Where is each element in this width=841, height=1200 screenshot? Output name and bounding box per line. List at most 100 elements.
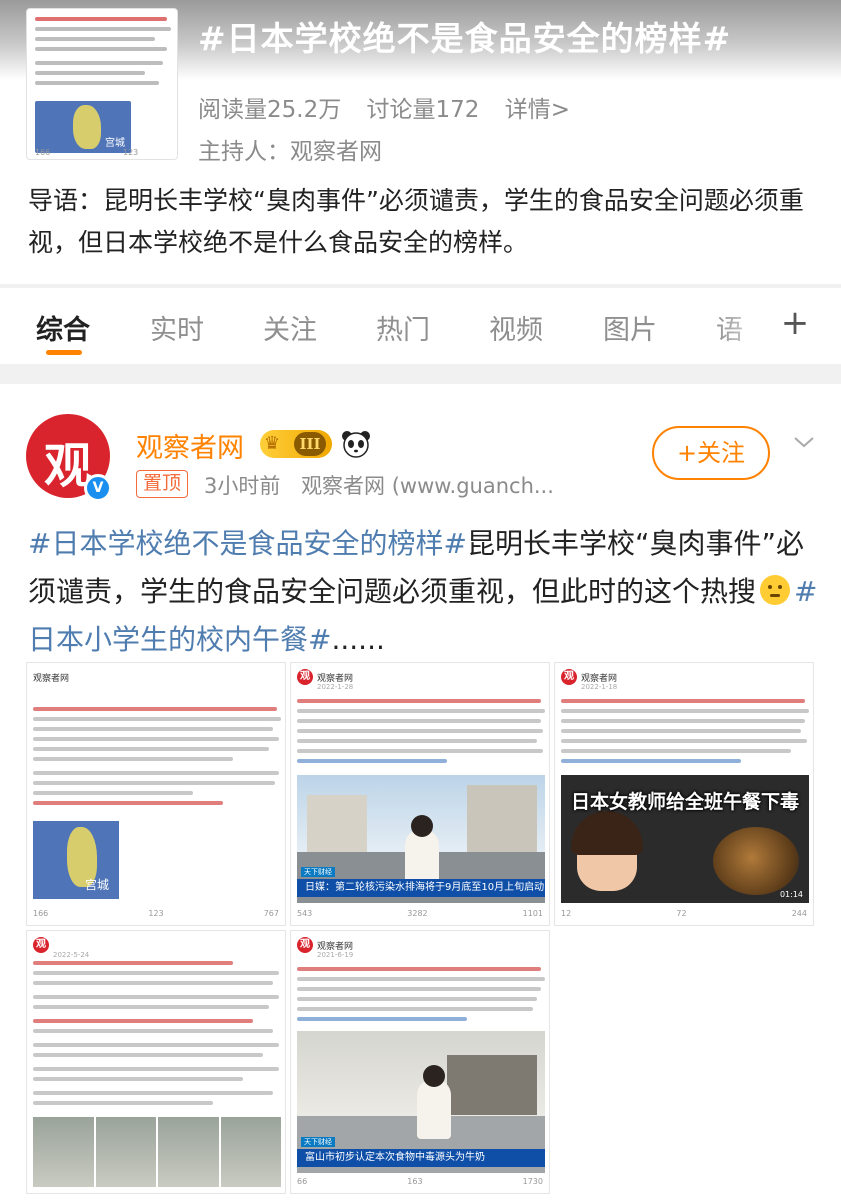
news-banner: 日媒：第二轮核污染水排海将于9月底至10月上旬启动 — [297, 879, 545, 897]
post-image[interactable]: 观观察者网 2022-1-28 天下财经 日媒：第二轮核污染水排海将于9月底至1… — [290, 662, 550, 926]
mini-author: 观察者网 — [581, 673, 618, 684]
topic-stats: 阅读量25.2万 讨论量172 详情> — [198, 90, 588, 124]
photo-strip — [33, 1117, 281, 1187]
chevron-down-icon[interactable] — [792, 430, 816, 454]
add-tab-button[interactable]: + — [771, 300, 819, 348]
text-line — [33, 995, 279, 999]
text-line — [33, 961, 233, 965]
text-line — [561, 759, 741, 763]
text-line — [297, 1017, 467, 1021]
text-line — [33, 707, 277, 711]
text-line — [33, 1029, 273, 1033]
news-video-still: 天下财经 富山市初步认定本次食物中毒源头为牛奶 — [297, 1031, 545, 1173]
topic-header: 宫城 166 123 #日本学校绝不是食品安全的榜样# 阅读量25.2万 讨论量… — [0, 0, 841, 284]
tab-hot[interactable]: 热门 — [376, 308, 430, 347]
cover-text-line — [35, 27, 171, 31]
verified-icon: V — [84, 474, 112, 502]
tab-following[interactable]: 关注 — [263, 308, 317, 347]
hashtag-link[interactable]: #日本学校绝不是食品安全的榜样# — [28, 527, 467, 560]
cover-map: 宫城 — [35, 101, 131, 153]
text-line — [33, 971, 279, 975]
text-line — [33, 781, 275, 785]
mini-avatar: 观 — [561, 669, 577, 685]
mini-avatar: 观 — [33, 937, 49, 953]
text-line — [33, 1067, 279, 1071]
photo-building — [447, 1055, 537, 1115]
post-image[interactable]: 观观察者网 2021-6-19 天下财经 富山市初步认定本次食物中毒源头为牛奶 … — [290, 930, 550, 1194]
tab-comprehensive[interactable]: 综合 — [36, 308, 90, 347]
mini-date: 2022-5-24 — [53, 951, 90, 959]
mini-author: 观察者网 — [317, 941, 354, 952]
tab-video[interactable]: 视频 — [489, 308, 543, 347]
mini-likes: 543 — [297, 909, 313, 918]
text-line — [297, 759, 447, 763]
thinking-emoji-icon — [760, 575, 791, 605]
text-line — [33, 981, 273, 985]
tab-realtime[interactable]: 实时 — [150, 308, 204, 347]
mini-reposts: 1730 — [522, 1177, 543, 1186]
details-link[interactable]: 详情> — [505, 97, 570, 123]
cover-map-label: 宫城 — [105, 138, 125, 149]
post-image[interactable]: 观察者网 宫城 166 123 767 — [26, 662, 286, 926]
cover-text-line — [35, 81, 159, 85]
photo-thumb — [158, 1117, 219, 1187]
text-line — [297, 699, 541, 703]
mini-reposts: 1101 — [522, 909, 543, 918]
cover-text-line — [35, 71, 145, 75]
mini-header: 观察者网 — [33, 669, 69, 685]
text-line — [561, 699, 805, 703]
text-line — [297, 967, 541, 971]
text-line — [297, 1007, 533, 1011]
active-tab-indicator — [46, 350, 82, 355]
text-line — [297, 977, 545, 981]
crown-icon: ♛ — [264, 433, 281, 454]
follow-button[interactable]: +关注 — [652, 426, 770, 480]
photo-thumb — [220, 1117, 281, 1187]
text-line — [33, 717, 281, 721]
text-line — [33, 1101, 213, 1105]
reporter-hair — [411, 815, 433, 837]
pinned-badge: 置顶 — [136, 470, 189, 498]
text-line — [33, 747, 269, 751]
text-line — [33, 1005, 269, 1009]
vip-badge[interactable]: ♛ III — [260, 430, 332, 458]
post-source[interactable]: 观察者网 (www.guanch... — [301, 474, 554, 498]
mini-comments: 72 — [676, 909, 687, 918]
text-line — [297, 987, 541, 991]
reporter-hair — [423, 1065, 445, 1087]
text-line — [561, 729, 801, 733]
vip-level: III — [294, 432, 326, 456]
mini-footer: 543 3282 1101 — [297, 909, 543, 921]
mini-likes: 166 — [33, 909, 49, 918]
mini-date: 2022-1-28 — [317, 683, 354, 691]
tab-images[interactable]: 图片 — [603, 308, 657, 347]
channel-tag: 天下财经 — [301, 1137, 335, 1147]
mini-comments: 3282 — [407, 909, 428, 918]
panda-icon — [342, 431, 370, 458]
map-label: 宫城 — [84, 878, 109, 892]
post-meta: 3小时前 观察者网 (www.guanch... — [204, 470, 568, 500]
cover-text-line — [35, 61, 163, 65]
teacher-face — [571, 811, 643, 891]
author-name[interactable]: 观察者网 — [136, 426, 244, 465]
post-time: 3小时前 — [204, 474, 281, 498]
video-thumbnail[interactable]: 日本女教师给全班午餐下毒 01:14 — [561, 775, 809, 903]
text-line — [561, 719, 805, 723]
mini-footer: 166 123 767 — [33, 909, 279, 921]
feed-tabs: 综合 实时 关注 热门 视频 图片 语 + — [0, 288, 841, 364]
mini-date: 2021-6-19 — [317, 951, 354, 959]
topic-host[interactable]: 主持人：观察者网 — [198, 132, 382, 166]
mini-likes: 12 — [561, 909, 572, 918]
map-image: 宫城 — [33, 821, 119, 899]
topic-lead: 导语：昆明长丰学校“臭肉事件”必须谴责，学生的食品安全问题必须重视，但日本学校绝… — [28, 186, 804, 257]
tabs-fade — [715, 298, 775, 354]
post-image[interactable]: 观观察者网 2022-1-18 日本女教师给全班午餐下毒 01:14 12 72… — [554, 662, 814, 926]
post-image[interactable]: 观 2022-5-24 — [26, 930, 286, 1194]
topic-cover-image[interactable]: 宫城 166 123 — [26, 8, 178, 160]
mini-reposts: 767 — [263, 909, 279, 918]
text-line — [561, 709, 809, 713]
text-line — [297, 997, 537, 1001]
mini-avatar: 观 — [297, 669, 313, 685]
post-text-ellipsis[interactable]: ...... — [331, 623, 384, 656]
mini-author: 观察者网 — [317, 673, 354, 684]
